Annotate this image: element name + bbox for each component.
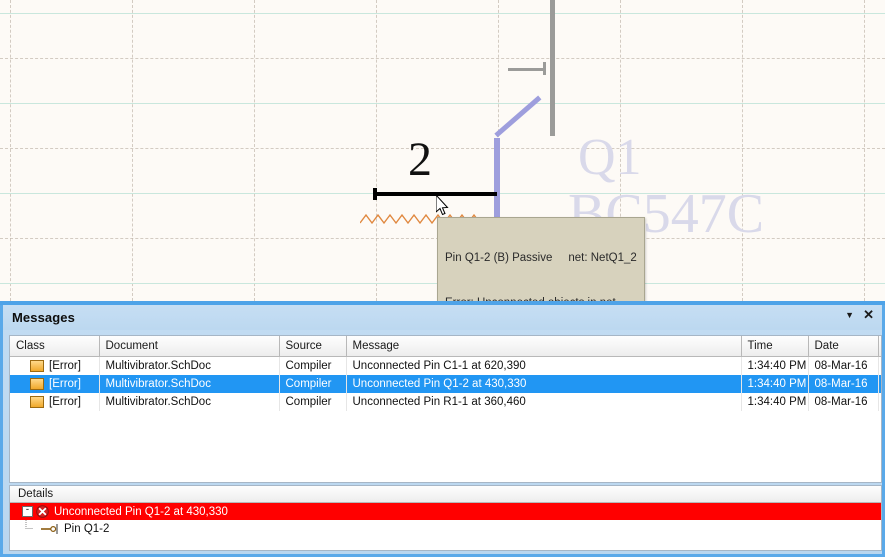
cell-no: 1 <box>878 356 881 375</box>
messages-panel-titlebar[interactable]: Messages ▼ ✕ <box>3 305 882 330</box>
column-header-no[interactable]: No. <box>878 336 881 357</box>
panel-title: Messages <box>12 310 75 325</box>
table-row[interactable]: [Error] Multivibrator.SchDoc Compiler Uncon… <box>10 393 881 411</box>
schematic-canvas[interactable]: Q1 BC547C 2 Pin Q1-2 (B) Passive net: Net… <box>0 0 885 301</box>
cell-class: [Error] <box>10 375 100 393</box>
application-window: Q1 BC547C 2 Pin Q1-2 (B) Passive net: Net… <box>0 0 885 557</box>
messages-panel: Messages ▼ ✕ Class Document Source Messa… <box>0 301 885 557</box>
severity-swatch-icon <box>30 395 44 408</box>
pin-2-number-label: 2 <box>408 133 432 186</box>
cell-source: Compiler <box>279 393 347 411</box>
column-header-class[interactable]: Class <box>10 336 100 357</box>
cell-document: Multivibrator.SchDoc <box>99 375 280 393</box>
messages-panel-frame: Messages ▼ ✕ Class Document Source Messa… <box>0 305 885 557</box>
severity-swatch-icon <box>30 377 44 390</box>
table-header-row: Class Document Source Message Time Date … <box>10 336 881 357</box>
cell-date: 08-Mar-16 <box>808 356 879 375</box>
cell-time: 1:34:40 PM <box>741 356 809 375</box>
close-icon[interactable]: ✕ <box>863 308 874 321</box>
cell-date: 08-Mar-16 <box>808 393 879 411</box>
transistor-collector-lead[interactable] <box>494 95 542 138</box>
severity-swatch-icon <box>30 359 44 372</box>
cell-time: 1:34:40 PM <box>741 393 809 411</box>
cell-class: [Error] <box>10 393 100 411</box>
cell-time: 1:34:40 PM <box>741 375 809 393</box>
cell-document: Multivibrator.SchDoc <box>99 356 280 375</box>
column-header-message[interactable]: Message <box>346 336 742 357</box>
pin-1-stub[interactable] <box>508 68 546 71</box>
pin-1-stub-endcap <box>543 62 546 75</box>
messages-grid[interactable]: Class Document Source Message Time Date … <box>9 335 882 483</box>
mouse-cursor-icon <box>436 195 449 216</box>
pin-icon <box>41 523 58 534</box>
messages-table-body: [Error] Multivibrator.SchDoc Compiler Uncon… <box>10 356 881 411</box>
cell-message: Unconnected Pin C1-1 at 620,390 <box>346 356 742 375</box>
cell-no: 3 <box>878 393 881 411</box>
panel-title-buttons: ▼ ✕ <box>845 308 874 321</box>
column-header-document[interactable]: Document <box>99 336 280 357</box>
details-root-label: Unconnected Pin Q1-2 at 430,330 <box>54 505 228 518</box>
tree-expander-icon[interactable]: - <box>22 506 33 517</box>
cell-source: Compiler <box>279 356 347 375</box>
column-header-time[interactable]: Time <box>741 336 809 357</box>
details-header: Details <box>10 486 881 503</box>
details-child-label: Pin Q1-2 <box>64 522 110 535</box>
class-label: [Error] <box>49 395 81 408</box>
chevron-down-icon[interactable]: ▼ <box>845 309 854 321</box>
table-row[interactable]: [Error] Multivibrator.SchDoc Compiler Uncon… <box>10 375 881 393</box>
class-label: [Error] <box>49 377 81 390</box>
column-header-date[interactable]: Date <box>808 336 879 357</box>
class-label: [Error] <box>49 359 81 372</box>
table-row[interactable]: [Error] Multivibrator.SchDoc Compiler Uncon… <box>10 356 881 375</box>
component-designator-text: Q1 <box>578 129 642 186</box>
error-circle-icon <box>36 505 49 518</box>
details-tree-root-row[interactable]: - Unconnected Pin Q1-2 at 430,330 <box>10 503 881 520</box>
cell-source: Compiler <box>279 375 347 393</box>
wire-segment-collector[interactable] <box>550 0 555 136</box>
column-header-source[interactable]: Source <box>279 336 347 357</box>
messages-table: Class Document Source Message Time Date … <box>10 336 881 411</box>
cell-document: Multivibrator.SchDoc <box>99 393 280 411</box>
details-tree-child-row[interactable]: Pin Q1-2 <box>10 520 881 537</box>
pin-tooltip: Pin Q1-2 (B) Passivenet: NetQ1_2 Error: … <box>437 217 645 301</box>
cell-date: 08-Mar-16 <box>808 375 879 393</box>
cell-class: [Error] <box>10 356 100 375</box>
cell-message: Unconnected Pin Q1-2 at 430,330 <box>346 375 742 393</box>
tooltip-net-info: net: NetQ1_2 <box>568 252 637 264</box>
cell-message: Unconnected Pin R1-1 at 360,460 <box>346 393 742 411</box>
details-pane[interactable]: Details - Unconnected Pin Q1-2 at 430,33… <box>9 485 882 551</box>
cell-no: 2 <box>878 375 881 393</box>
tree-guide-line <box>10 520 40 537</box>
tooltip-pin-info: Pin Q1-2 (B) Passive <box>445 252 553 264</box>
